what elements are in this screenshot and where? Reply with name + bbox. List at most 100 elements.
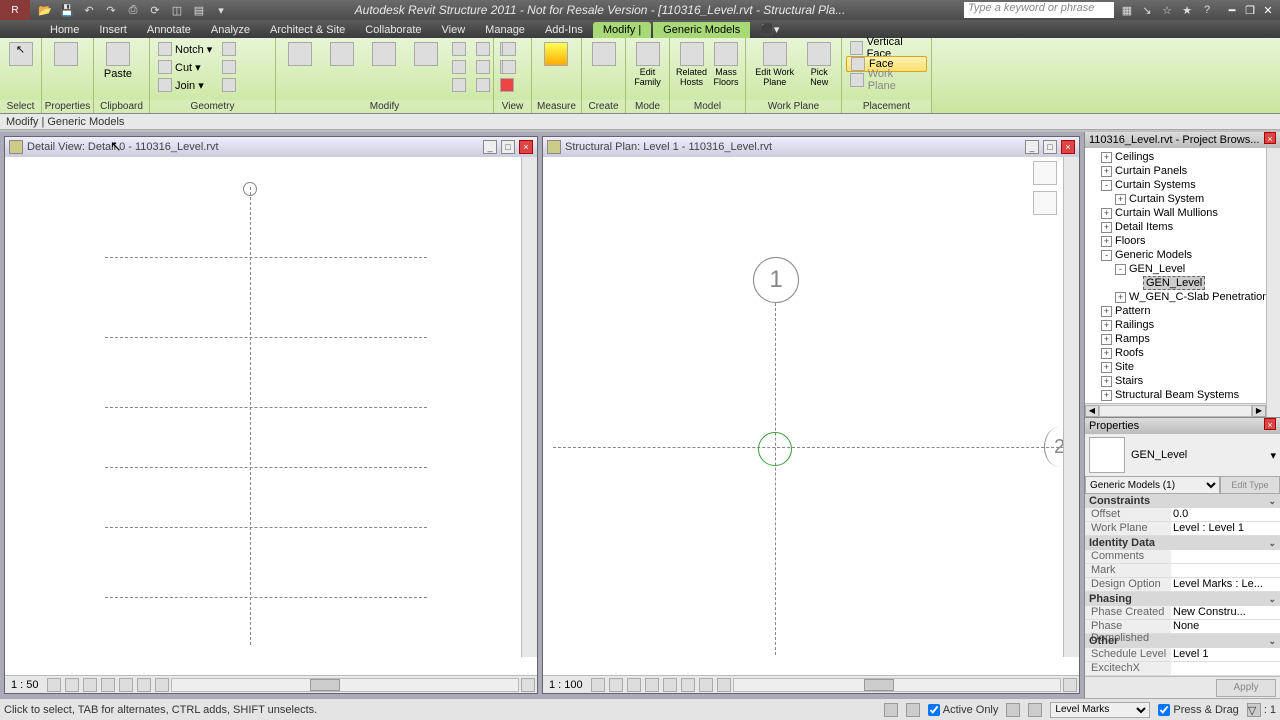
tree-toggle-icon[interactable]: + [1101,334,1112,345]
mass-floors-button[interactable]: Mass Floors [711,40,741,90]
vc-icon[interactable] [591,678,605,692]
offset-button[interactable] [448,58,470,76]
create-button[interactable] [586,40,621,70]
design-option-select[interactable]: Level Marks [1050,702,1150,718]
tree-item[interactable]: GEN_Level [1087,276,1278,290]
tree-item[interactable]: +Roofs [1087,346,1278,360]
main-model-icon[interactable] [1028,703,1042,717]
properties-grid[interactable]: Constraints⌄Offset0.0Work PlaneLevel : L… [1085,494,1280,676]
type-selector[interactable]: GEN_Level [1131,449,1187,461]
tree-toggle-icon[interactable]: - [1101,180,1112,191]
tree-item[interactable]: +Ceilings [1087,150,1278,164]
pin-button[interactable] [472,76,494,94]
prop-row[interactable]: Phase CreatedNew Constru... [1085,606,1280,620]
scroll-left-button[interactable] [717,678,731,692]
vc-icon[interactable] [119,678,133,692]
placement-work-plane[interactable]: Work Plane [846,72,927,88]
prop-row[interactable]: Design OptionLevel Marks : Le... [1085,578,1280,592]
tab-add-ins[interactable]: Add-Ins [535,22,593,38]
tab-home[interactable]: Home [40,22,89,38]
browser-h-scrollbar[interactable] [1099,405,1252,417]
tree-item[interactable]: -Generic Models [1087,248,1278,262]
vc-icon[interactable] [663,678,677,692]
plan-maximize-button[interactable]: □ [1043,140,1057,154]
vc-icon[interactable] [137,678,151,692]
tree-toggle-icon[interactable]: + [1115,194,1126,205]
active-only-toggle[interactable]: Active Only [928,704,999,716]
tree-item[interactable]: +Curtain System [1087,192,1278,206]
prop-value[interactable] [1171,564,1280,577]
plan-h-scrollbar[interactable] [733,678,1061,692]
vc-icon[interactable] [681,678,695,692]
search-input[interactable]: Type a keyword or phrase [964,2,1114,18]
tab-collaborate[interactable]: Collaborate [355,22,431,38]
app-menu-button[interactable]: R [0,0,30,20]
tab-modify[interactable]: Modify | [593,22,651,38]
join-button[interactable]: Join ▾ [154,76,216,94]
tree-toggle-icon[interactable]: + [1101,306,1112,317]
browser-close-button[interactable]: × [1264,132,1276,144]
qat-redo-icon[interactable]: ↷ [104,3,118,17]
tree-toggle-icon[interactable]: + [1101,362,1112,373]
tab-annotate[interactable]: Annotate [137,22,201,38]
prop-value[interactable] [1171,550,1280,563]
tree-item[interactable]: +Site [1087,360,1278,374]
tree-item[interactable]: +Floors [1087,234,1278,248]
plan-vertical-scrollbar[interactable] [1063,157,1079,657]
prop-value[interactable]: New Constru... [1171,606,1280,619]
detail-close-button[interactable]: × [519,140,533,154]
detail-h-scrollbar[interactable] [171,678,519,692]
vc-icon[interactable] [627,678,641,692]
prop-group-header[interactable]: Constraints⌄ [1085,494,1280,508]
detail-minimize-button[interactable]: _ [483,140,497,154]
modify-select-button[interactable]: ↖ [4,40,37,70]
tab-view[interactable]: View [432,22,476,38]
tree-toggle-icon[interactable]: - [1101,250,1112,261]
array-button[interactable] [448,76,470,94]
qat-undo-icon[interactable]: ↶ [82,3,96,17]
copy-button[interactable] [322,40,362,70]
hide-button[interactable] [498,40,520,58]
plan-minimize-button[interactable]: _ [1025,140,1039,154]
placement-vertical-face[interactable]: Vertical Face [846,40,927,56]
prop-group-header[interactable]: Other⌄ [1085,634,1280,648]
help-icon[interactable]: ? [1200,3,1214,17]
window-restore-button[interactable]: ❐ [1242,3,1258,17]
edit-type-button[interactable]: Edit Type [1220,476,1280,494]
tree-item[interactable]: +Detail Items [1087,220,1278,234]
vc-icon[interactable] [65,678,79,692]
tab-manage[interactable]: Manage [475,22,535,38]
measure-button[interactable] [536,40,576,70]
override-button[interactable] [498,58,520,76]
tree-toggle-icon[interactable]: + [1101,320,1112,331]
geom-tool-3[interactable] [218,76,240,94]
communication-icon[interactable]: ↘ [1140,3,1154,17]
tree-item[interactable]: +W_GEN_C-Slab Penetration [1087,290,1278,304]
subscription-icon[interactable]: ▦ [1120,3,1134,17]
tree-item[interactable]: +Stairs [1087,374,1278,388]
align-button[interactable] [448,40,470,58]
tree-toggle-icon[interactable]: + [1101,166,1112,177]
tab-architect-site[interactable]: Architect & Site [260,22,355,38]
browser-scrollbar[interactable] [1266,148,1280,417]
notch-button[interactable]: Notch ▾ [154,40,216,58]
tree-toggle-icon[interactable]: + [1101,222,1112,233]
prop-row[interactable]: Phase DemolishedNone [1085,620,1280,634]
prop-value[interactable]: Level 1 [1171,648,1280,661]
tree-toggle-icon[interactable]: + [1101,376,1112,387]
scroll-left-button[interactable] [155,678,169,692]
trim-button[interactable] [472,40,494,58]
edit-work-plane-button[interactable]: Edit Work Plane [750,40,799,90]
tree-item[interactable]: -Curtain Systems [1087,178,1278,192]
press-drag-toggle[interactable]: Press & Drag [1158,704,1238,716]
favorites-icon[interactable]: ★ [1180,3,1194,17]
properties-close-button[interactable]: × [1264,418,1276,430]
plan-view-canvas[interactable]: 1 2 [543,157,1079,675]
pick-new-button[interactable]: Pick New [801,40,837,90]
prop-row[interactable]: Schedule LevelLevel 1 [1085,648,1280,662]
qat-more-icon[interactable]: ▾ [214,3,228,17]
detail-vertical-scrollbar[interactable] [521,157,537,657]
cut-button[interactable]: Cut ▾ [154,58,216,76]
prop-row[interactable]: Work PlaneLevel : Level 1 [1085,522,1280,536]
prop-value[interactable] [1171,662,1280,675]
